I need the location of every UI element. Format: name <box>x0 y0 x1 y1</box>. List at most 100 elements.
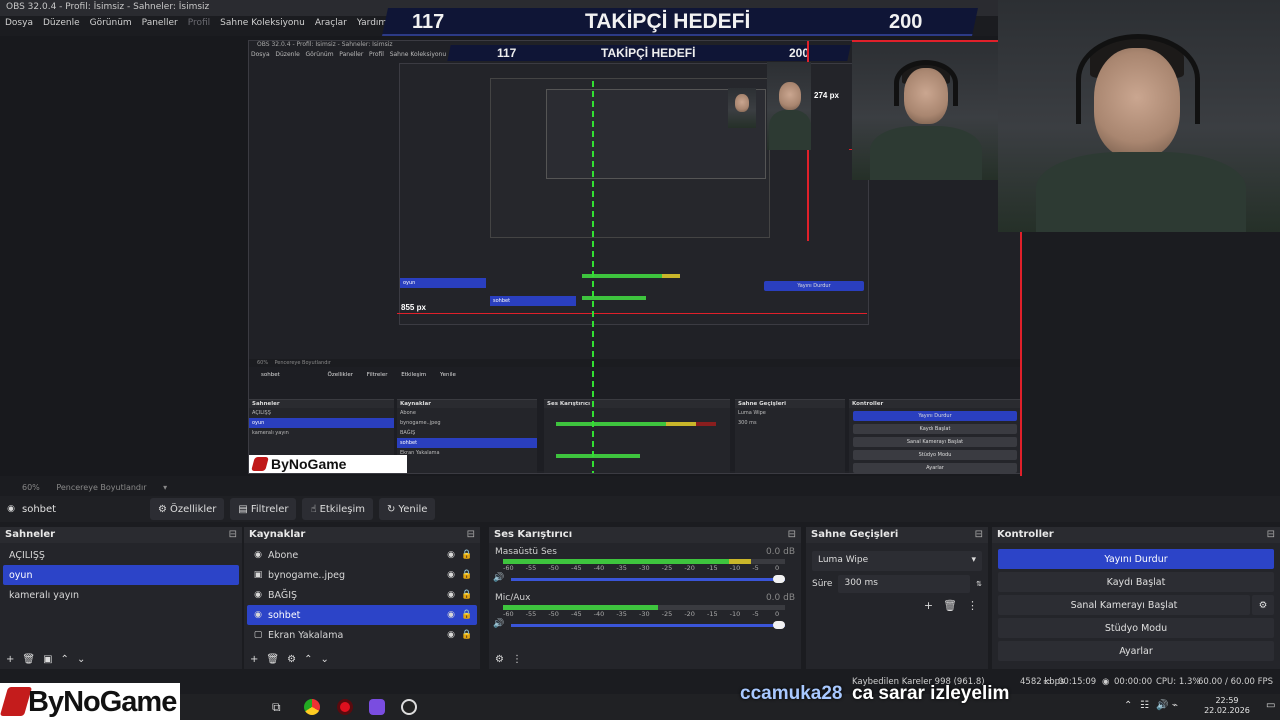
chevron-up-icon[interactable]: ⌃ <box>61 654 69 665</box>
trash-icon[interactable]: 🗑 <box>943 599 957 612</box>
lock-icon[interactable]: 🔒 <box>461 610 472 620</box>
nested-controls-title: Kontroller <box>849 400 1021 408</box>
notification-icon[interactable]: ▭ <box>1266 700 1275 711</box>
source-item[interactable]: ▣ bynogame..jpeg ◉ 🔒 <box>247 565 477 585</box>
obs-icon[interactable] <box>401 699 417 715</box>
menu-tools[interactable]: Araçlar <box>315 18 347 30</box>
dock-menu-icon[interactable]: ⊟ <box>1267 529 1275 541</box>
nested-src-name: sohbet <box>261 372 280 378</box>
gear-icon[interactable]: ⚙ <box>1252 595 1274 615</box>
duration-input[interactable]: 300 ms <box>838 575 971 593</box>
chat-username: ccamuka28 <box>740 683 843 704</box>
menu-scene-collection[interactable]: Sahne Koleksiyonu <box>220 18 305 30</box>
chevron-down-icon[interactable]: ▾ <box>163 483 167 492</box>
eye-icon[interactable]: ◉ <box>446 570 456 580</box>
eye-icon[interactable]: ◉ <box>446 550 456 560</box>
opera-icon[interactable] <box>337 699 353 715</box>
refresh-button[interactable]: ↻ Yenile <box>379 498 436 520</box>
stepper-icon[interactable]: ⇅ <box>976 580 982 588</box>
chrome-icon[interactable] <box>304 699 320 715</box>
lock-icon[interactable]: 🔒 <box>461 550 472 560</box>
meter-tick-label: -10 <box>729 610 741 618</box>
scene-item[interactable]: kameralı yayın <box>3 585 239 605</box>
chevron-down-icon[interactable]: ⌄ <box>320 654 328 665</box>
task-view-icon[interactable]: ⧉ <box>272 700 281 715</box>
source-item[interactable]: ▢ Ekran Yakalama ◉ 🔒 <box>247 625 477 645</box>
eye-icon[interactable]: ◉ <box>446 630 456 640</box>
add-icon[interactable]: + <box>924 599 933 612</box>
obs-window: OBS 32.0.4 - Profil: İsimsiz - Sahneler:… <box>0 0 1280 720</box>
trash-icon[interactable]: 🗑 <box>22 654 35 665</box>
interact-button[interactable]: ☝ Etkileşim <box>302 498 374 520</box>
meter-tick-label: -15 <box>707 610 718 618</box>
gear-icon[interactable]: ⚙ <box>287 654 296 665</box>
bynogame-logo: ByNoGame <box>0 683 180 720</box>
volume-knob[interactable] <box>773 621 785 629</box>
lock-icon[interactable]: 🔒 <box>461 630 472 640</box>
volume-slider[interactable]: 🔊 <box>493 573 785 585</box>
usb-icon[interactable]: ⌁ <box>1172 700 1178 711</box>
webcam-mini-1 <box>767 62 811 150</box>
gear-icon[interactable]: ⚙ <box>495 654 504 665</box>
source-label: Ekran Yakalama <box>268 629 344 641</box>
add-icon[interactable]: + <box>250 654 258 665</box>
more-icon[interactable]: ⋮ <box>967 599 978 612</box>
image-icon: ▣ <box>253 570 263 580</box>
virtual-cam-row: Sanal Kamerayı Başlat ⚙ <box>992 592 1280 615</box>
scenes-title: Sahneler <box>5 529 56 540</box>
menu-edit[interactable]: Düzenle <box>43 18 80 30</box>
nested-transitions: Sahne Geçişleri Luma Wipe 300 ms <box>735 399 845 473</box>
lock-icon[interactable]: 🔒 <box>461 570 472 580</box>
volume-slider[interactable]: 🔊 <box>493 619 785 631</box>
scene-item-selected[interactable]: oyun <box>3 565 239 585</box>
properties-button[interactable]: ⚙ Özellikler <box>150 498 225 520</box>
chevron-up-icon[interactable]: ⌃ <box>304 654 312 665</box>
zoom-level[interactable]: 60% <box>22 483 40 492</box>
lock-icon[interactable]: 🔒 <box>461 590 472 600</box>
dock-menu-icon[interactable]: ⊟ <box>229 529 237 541</box>
dock-menu-icon[interactable]: ⊟ <box>975 529 983 541</box>
globe-icon: ◉ <box>254 590 262 600</box>
eye-icon[interactable]: ◉ <box>446 590 456 600</box>
discord-icon[interactable] <box>369 699 385 715</box>
stop-stream-button[interactable]: Yayını Durdur <box>998 549 1274 569</box>
fps: 60.00 / 60.00 FPS <box>1198 677 1274 687</box>
filter-icon[interactable]: ▣ <box>43 654 52 665</box>
chevron-up-icon[interactable]: ⌃ <box>1124 700 1132 711</box>
more-icon[interactable]: ⋮ <box>512 654 522 665</box>
source-item[interactable]: ◉ BAĞIŞ ◉ 🔒 <box>247 585 477 605</box>
source-item[interactable]: ◉ Abone ◉ 🔒 <box>247 545 477 565</box>
goal-title: TAKİPÇİ HEDEFİ <box>585 10 751 33</box>
volume-knob[interactable] <box>773 575 785 583</box>
settings-button[interactable]: Ayarlar <box>998 641 1274 661</box>
transition-select[interactable]: Luma Wipe ▾ <box>812 551 982 571</box>
speaker-icon[interactable]: 🔊 <box>493 619 504 629</box>
chevron-down-icon[interactable]: ⌄ <box>77 654 85 665</box>
chevron-down-icon: ▾ <box>971 555 976 565</box>
menu-docks[interactable]: Paneller <box>142 18 178 30</box>
dock-menu-icon[interactable]: ⊟ <box>788 529 796 541</box>
dock-menu-icon[interactable]: ⊟ <box>467 529 475 541</box>
start-record-button[interactable]: Kaydı Başlat <box>998 572 1274 592</box>
source-item-selected[interactable]: ◉ sohbet ◉ 🔒 <box>247 605 477 625</box>
scene-item[interactable]: AÇILIŞŞ <box>3 545 239 565</box>
menu-view[interactable]: Görünüm <box>90 18 132 30</box>
nested-title: OBS 32.0.4 - Profil: İsimsiz - Sahneler:… <box>257 41 393 48</box>
menu-file[interactable]: Dosya <box>5 18 33 30</box>
volume-icon[interactable]: 🔊 <box>1156 700 1168 711</box>
virtual-camera-button[interactable]: Sanal Kamerayı Başlat <box>998 595 1250 615</box>
zoom-fit[interactable]: Pencereye Boyutlandır <box>56 483 146 492</box>
network-icon[interactable]: ☷ <box>1140 700 1149 711</box>
filters-button[interactable]: ▤ Filtreler <box>230 498 297 520</box>
eye-icon[interactable]: ◉ <box>446 610 456 620</box>
trash-icon[interactable]: 🗑 <box>266 654 279 665</box>
add-icon[interactable]: + <box>6 654 14 665</box>
nested-trans-title: Sahne Geçişleri <box>735 400 845 408</box>
meter-tick-label: -25 <box>661 564 673 572</box>
speaker-icon[interactable]: 🔊 <box>493 573 504 583</box>
meter-tick-label: -40 <box>593 610 605 618</box>
menu-profile[interactable]: Profil <box>188 18 210 30</box>
source-label: bynogame..jpeg <box>268 569 346 581</box>
taskbar-clock[interactable]: 22:59 22.02.2026 <box>1192 696 1262 716</box>
studio-mode-button[interactable]: Stüdyo Modu <box>998 618 1274 638</box>
